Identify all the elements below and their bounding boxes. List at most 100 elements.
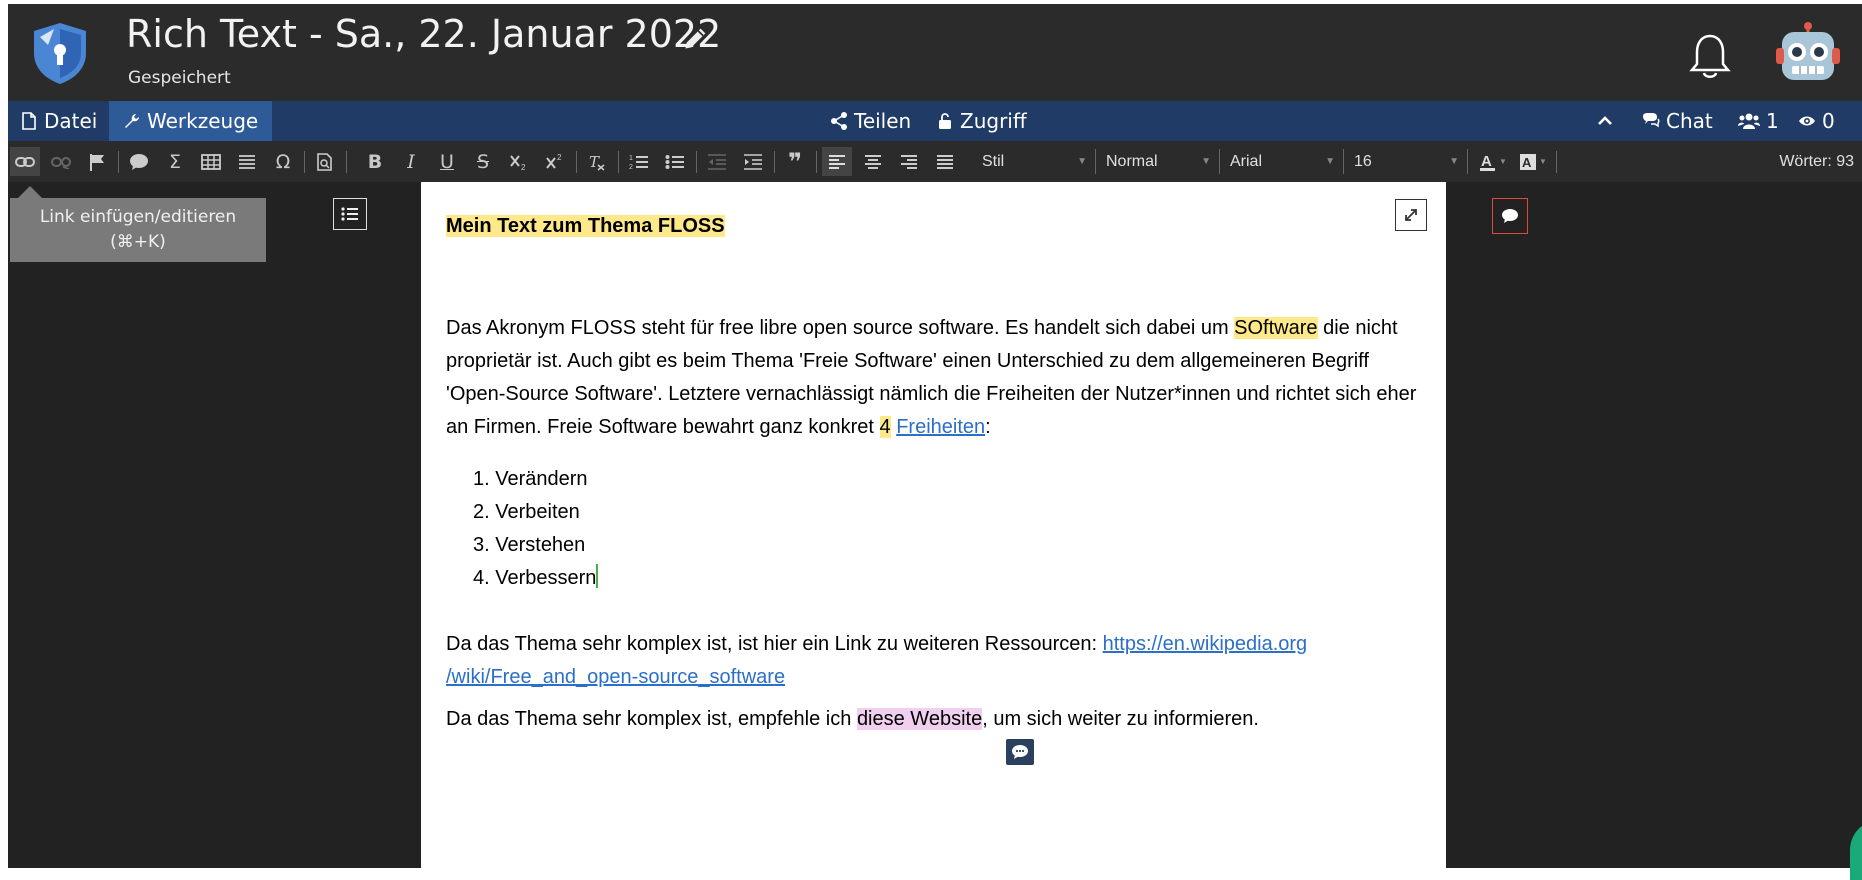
blockquote-button[interactable]: ❞ bbox=[780, 147, 810, 176]
cryptpad-logo-icon[interactable] bbox=[26, 19, 94, 87]
share-icon bbox=[831, 112, 847, 130]
indent-icon bbox=[744, 153, 762, 170]
list-icon bbox=[341, 207, 358, 221]
svg-text:2: 2 bbox=[629, 164, 633, 171]
p3-text-a: Da das Thema sehr komplex ist, empfehle … bbox=[446, 708, 857, 730]
align-center-button[interactable] bbox=[858, 147, 888, 176]
comments-panel-button[interactable] bbox=[1492, 198, 1528, 234]
sigma-icon: Σ bbox=[168, 150, 181, 173]
paragraph-3[interactable]: Da das Thema sehr komplex ist, empfehle … bbox=[446, 703, 1431, 736]
p1-text-a: Das Akronym FLOSS steht für free libre o… bbox=[446, 317, 1235, 339]
freiheiten-link[interactable]: Freiheiten bbox=[896, 416, 985, 438]
header: Rich Text - Sa., 22. Januar 2022 Gespeic… bbox=[8, 4, 1862, 101]
list-item-text: 4. Verbessern bbox=[473, 567, 597, 589]
unlink-icon bbox=[51, 156, 71, 169]
list-item: 2. Verbeiten bbox=[473, 501, 580, 523]
p2-text: Da das Thema sehr komplex ist, ist hier … bbox=[446, 633, 1103, 655]
superscript-icon: 2 bbox=[546, 153, 562, 169]
user-avatar-robot-icon[interactable] bbox=[1776, 22, 1840, 86]
horizontal-rule-icon bbox=[239, 154, 255, 169]
users-icon bbox=[1738, 113, 1760, 129]
app-window: Rich Text - Sa., 22. Januar 2022 Gespeic… bbox=[8, 4, 1862, 868]
remove-format-button[interactable]: T bbox=[582, 147, 612, 176]
align-right-button[interactable] bbox=[894, 147, 924, 176]
horizontal-rule-button[interactable] bbox=[232, 147, 262, 176]
underline-button[interactable]: U bbox=[432, 147, 462, 176]
viewers-count: 0 bbox=[1822, 109, 1835, 133]
menu-datei[interactable]: Datei bbox=[20, 101, 97, 141]
collapse-toolbar-button[interactable] bbox=[1596, 101, 1614, 141]
quote-icon: ❞ bbox=[787, 147, 803, 176]
p1-end: : bbox=[985, 416, 991, 438]
font-size-dropdown[interactable]: 16 ▼ bbox=[1346, 149, 1468, 174]
comment-icon bbox=[130, 153, 148, 170]
insert-link-button[interactable] bbox=[10, 147, 40, 176]
document-page[interactable]: Mein Text zum Thema FLOSS Das Akronym FL… bbox=[421, 182, 1446, 868]
indent-button[interactable] bbox=[738, 147, 768, 176]
outdent-button[interactable] bbox=[702, 147, 732, 176]
flag-icon bbox=[90, 153, 104, 171]
font-dropdown[interactable]: Arial ▼ bbox=[1222, 149, 1344, 174]
font-dropdown-value: Arial bbox=[1230, 152, 1263, 170]
expand-button[interactable] bbox=[1395, 199, 1427, 231]
viewers-button[interactable]: 0 bbox=[1798, 101, 1835, 141]
comment-dots-icon bbox=[1012, 745, 1028, 759]
link-tooltip: Link einfügen/editieren (⌘+K) bbox=[10, 198, 266, 262]
tooltip-shortcut: (⌘+K) bbox=[110, 232, 166, 252]
underline-icon: U bbox=[440, 150, 454, 173]
users-button[interactable]: 1 bbox=[1738, 101, 1779, 141]
chat-button[interactable]: Chat bbox=[1642, 101, 1713, 141]
background-color-button[interactable]: A ▼ bbox=[1516, 147, 1552, 176]
italic-button[interactable]: I bbox=[396, 147, 426, 176]
subscript-icon: 2 bbox=[510, 154, 526, 171]
access-button[interactable]: Zugriff bbox=[936, 101, 1027, 141]
dropdown-arrow-icon: ▼ bbox=[1077, 156, 1087, 167]
wikipedia-link-part1[interactable]: https://en.wikipedia.org bbox=[1103, 633, 1308, 655]
bell-icon[interactable] bbox=[1688, 32, 1732, 80]
document-heading[interactable]: Mein Text zum Thema FLOSS bbox=[446, 210, 725, 243]
superscript-button[interactable]: 2 bbox=[540, 147, 570, 176]
pencil-icon[interactable] bbox=[682, 24, 710, 52]
document-title[interactable]: Rich Text - Sa., 22. Januar 2022 bbox=[126, 12, 721, 56]
format-dropdown[interactable]: Normal ▼ bbox=[1098, 149, 1220, 174]
align-center-icon bbox=[865, 154, 881, 169]
omega-icon: Ω bbox=[275, 150, 291, 173]
text-color-button[interactable]: A ▼ bbox=[1476, 147, 1512, 176]
unlink-button[interactable] bbox=[46, 147, 76, 176]
preview-icon bbox=[317, 152, 332, 171]
italic-icon: I bbox=[407, 150, 415, 173]
outline-toggle-button[interactable] bbox=[333, 198, 367, 230]
strikethrough-button[interactable]: S bbox=[468, 147, 498, 176]
list-item: 3. Verstehen bbox=[473, 534, 586, 556]
svg-text:2: 2 bbox=[557, 153, 562, 162]
numbered-list-button[interactable]: 12 bbox=[624, 147, 654, 176]
anchor-button[interactable] bbox=[82, 147, 112, 176]
special-char-button[interactable]: Ω bbox=[268, 147, 298, 176]
style-dropdown[interactable]: Stil ▼ bbox=[974, 149, 1096, 174]
commented-text[interactable]: diese Website bbox=[856, 708, 983, 730]
p1-highlighted-word: SOftware bbox=[1234, 317, 1318, 339]
inline-comment-marker[interactable] bbox=[1006, 739, 1034, 765]
comment-button[interactable] bbox=[124, 147, 154, 176]
table-button[interactable] bbox=[196, 147, 226, 176]
numbered-list-icon: 12 bbox=[629, 155, 648, 171]
align-left-button[interactable] bbox=[822, 147, 852, 176]
menu-werkzeuge[interactable]: Werkzeuge bbox=[109, 101, 273, 141]
preview-button[interactable] bbox=[310, 147, 340, 176]
bold-button[interactable]: B bbox=[360, 147, 390, 176]
share-button[interactable]: Teilen bbox=[830, 101, 911, 141]
paragraph-1[interactable]: Das Akronym FLOSS steht für free libre o… bbox=[446, 312, 1431, 444]
svg-text:T: T bbox=[589, 153, 600, 171]
list-item: 4. Verbessern bbox=[473, 562, 599, 595]
bullet-list-button[interactable] bbox=[660, 147, 690, 176]
word-count: Wörter: 93 bbox=[1779, 153, 1854, 170]
subscript-button[interactable]: 2 bbox=[504, 147, 534, 176]
wikipedia-link-part2[interactable]: /wiki/Free_and_open-source_software bbox=[446, 666, 785, 688]
numbered-list[interactable]: 1. Verändern 2. Verbeiten 3. Verstehen 4… bbox=[473, 463, 599, 595]
align-justify-button[interactable] bbox=[930, 147, 960, 176]
svg-text:▼: ▼ bbox=[1539, 157, 1547, 166]
math-button[interactable]: Σ bbox=[160, 147, 190, 176]
paragraph-2[interactable]: Da das Thema sehr komplex ist, ist hier … bbox=[446, 628, 1406, 694]
font-size-dropdown-value: 16 bbox=[1354, 152, 1372, 170]
link-icon bbox=[15, 156, 35, 167]
